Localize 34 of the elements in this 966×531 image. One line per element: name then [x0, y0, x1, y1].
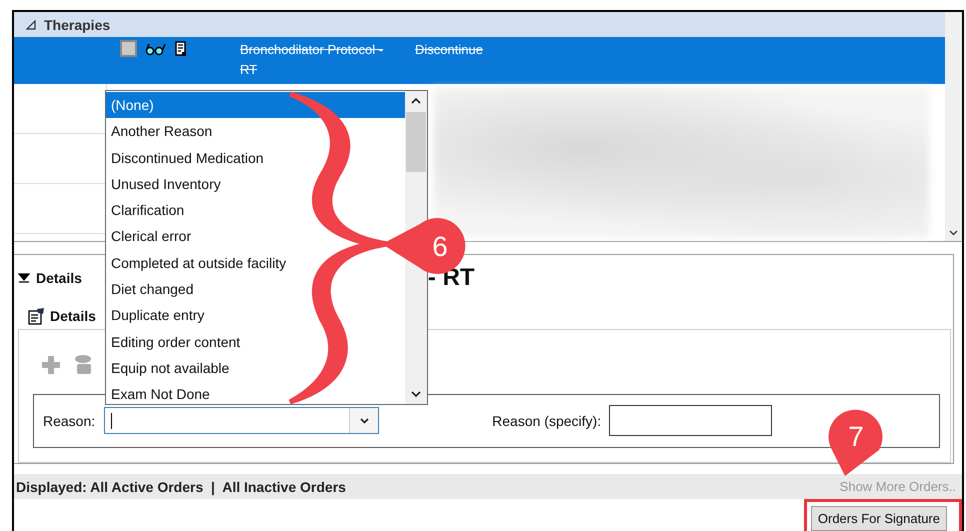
order-status: Discontinue	[415, 41, 484, 59]
order-name: Bronchodilator Protocol - RT	[240, 41, 384, 79]
status-text: Displayed: All Active Orders | All Inactive Orders	[16, 478, 346, 495]
chevron-icon	[360, 418, 369, 424]
expand-icon[interactable]	[18, 272, 30, 283]
dropdown-item[interactable]: Clerical error	[106, 223, 196, 250]
dropdown-item[interactable]: Equip not available	[106, 354, 234, 382]
callout-marker: 7	[828, 410, 882, 476]
dropdown-item[interactable]: (None)	[106, 92, 405, 118]
form-icon	[28, 306, 46, 325]
field-label: Reason (specify):	[492, 412, 602, 429]
scroll-thumb[interactable]	[406, 112, 426, 172]
section-title: Therapies	[44, 16, 110, 32]
reason-dropdown[interactable]	[104, 407, 380, 434]
order-row[interactable]: Bronchodilator Protocol - RT Discontinue	[14, 37, 945, 84]
dropdown-item[interactable]: Completed at outside facility	[106, 250, 290, 276]
section-title: Details	[36, 270, 82, 286]
dropdown-item[interactable]: Unused Inventory	[106, 170, 225, 198]
document-icon	[175, 40, 187, 56]
dropdown-item[interactable]: Duplicate entry	[106, 302, 208, 329]
orders-for-signature-button[interactable]: Orders For Signature	[810, 506, 947, 531]
dropdown-item[interactable]: Editing order content	[106, 328, 244, 355]
dropdown-item[interactable]: Another Reason	[106, 118, 216, 145]
field-label: Reason:	[43, 412, 96, 429]
section-header[interactable]: Therapies	[14, 12, 945, 37]
dropdown-item[interactable]: Clarification	[106, 197, 188, 224]
dropdown-item[interactable]: Discontinued Medication	[106, 144, 268, 171]
dropdown-item[interactable]: Exam Not Done	[106, 381, 214, 408]
glasses-icon	[145, 42, 167, 56]
expand-icon[interactable]	[26, 20, 36, 30]
scrollbar[interactable]	[945, 12, 962, 241]
input-field[interactable]	[609, 405, 772, 436]
dropdown-item[interactable]: Diet changed	[106, 276, 198, 302]
checkbox[interactable]	[120, 40, 137, 57]
